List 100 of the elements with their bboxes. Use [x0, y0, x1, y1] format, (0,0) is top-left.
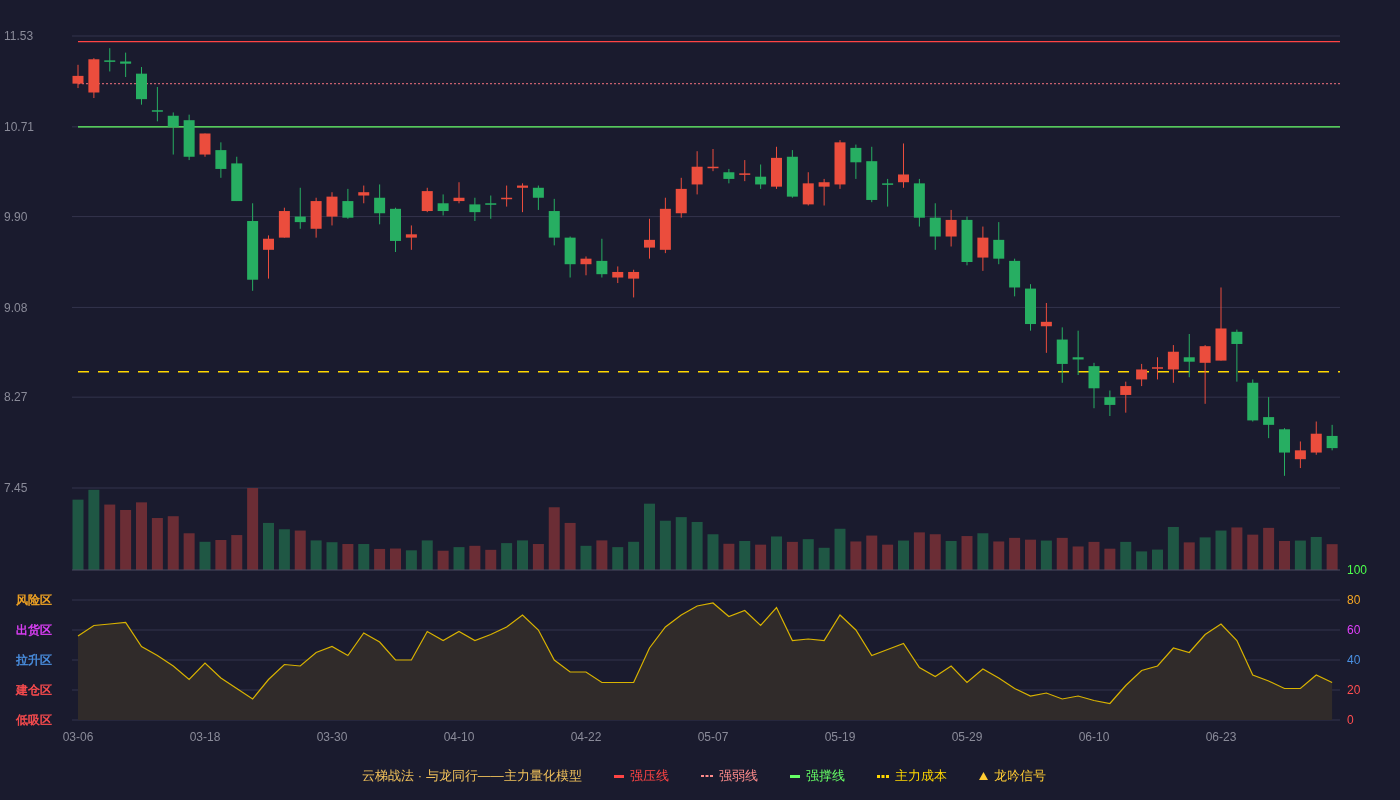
volume-bar	[1294, 540, 1306, 570]
volume-bar	[374, 548, 386, 570]
falling-candlestick	[755, 164, 767, 190]
falling-candlestick	[993, 221, 1005, 265]
volume-bar	[104, 504, 116, 570]
rising-candlestick	[739, 159, 751, 182]
rising-candlestick	[88, 57, 100, 99]
falling-candlestick	[167, 111, 179, 156]
volume-bar	[834, 528, 846, 570]
falling-candlestick	[1183, 333, 1195, 378]
volume-bar	[1279, 540, 1290, 570]
volume-bar	[1056, 537, 1068, 570]
volume-bar	[1215, 530, 1227, 570]
falling-candlestick	[1104, 390, 1116, 417]
rising-candlestick	[1294, 440, 1306, 469]
volume-bar	[882, 544, 894, 570]
falling-candlestick	[882, 178, 894, 208]
volume-bar	[469, 545, 481, 570]
oscillator-tick-label: 60	[1347, 623, 1361, 638]
falling-candlestick	[850, 144, 862, 180]
volume-bar	[437, 550, 449, 570]
date-label: 03-18	[189, 730, 221, 744]
falling-candlestick	[961, 216, 973, 266]
rising-candlestick	[771, 146, 782, 190]
volume-bar	[596, 540, 608, 570]
falling-candlestick	[136, 66, 147, 106]
volume-bar	[1136, 551, 1148, 570]
legend-item[interactable]: 主力成本	[876, 767, 947, 785]
volume-bar	[977, 533, 989, 570]
rising-candlestick	[802, 171, 814, 206]
falling-candlestick	[151, 86, 163, 122]
rising-candlestick	[691, 150, 703, 195]
volume-bar	[517, 540, 528, 570]
date-label: 04-22	[570, 730, 602, 744]
rising-candlestick	[1152, 356, 1163, 380]
volume-bar	[929, 534, 941, 570]
volume-bar	[580, 545, 592, 570]
price-tick-label: 7.45	[4, 481, 28, 496]
volume-bar	[215, 540, 227, 570]
volume-bar	[231, 535, 243, 570]
falling-candlestick	[786, 149, 798, 199]
falling-candlestick	[469, 197, 481, 222]
falling-candlestick	[564, 236, 576, 278]
legend-item[interactable]: 强弱线	[700, 767, 758, 785]
volume-bar	[739, 540, 751, 570]
falling-candlestick	[1279, 427, 1290, 477]
volume-bar	[151, 518, 163, 570]
volume-bar	[1183, 542, 1195, 570]
volume-bar	[1152, 549, 1163, 570]
volume-bar	[167, 516, 179, 570]
volume-bar	[707, 534, 719, 570]
volume-bar	[358, 544, 370, 570]
volume-bar	[548, 507, 560, 570]
rising-candlestick	[675, 177, 687, 219]
legend-item[interactable]: 龙吟信号	[978, 767, 1046, 785]
volume-bar	[945, 540, 957, 570]
volume-bar	[675, 517, 687, 570]
volume-bar	[993, 541, 1005, 570]
rising-candlestick	[199, 133, 211, 158]
falling-candlestick	[342, 188, 354, 220]
falling-candlestick	[390, 207, 401, 253]
volume-bar	[1326, 544, 1338, 570]
date-label: 05-29	[951, 730, 983, 744]
date-label: 06-10	[1078, 730, 1110, 744]
volume-bar	[1247, 534, 1259, 570]
falling-candlestick	[437, 193, 449, 216]
rising-candlestick	[1199, 344, 1211, 405]
falling-candlestick	[215, 141, 227, 179]
volume-bar	[1199, 537, 1211, 570]
falling-candlestick	[532, 185, 544, 211]
rising-candlestick	[310, 197, 322, 239]
rising-candlestick	[818, 178, 830, 206]
falling-candlestick	[120, 52, 132, 78]
legend-item[interactable]: 强压线	[613, 767, 669, 785]
volume-bar	[72, 499, 84, 570]
volume-bar	[818, 547, 830, 570]
falling-candlestick	[596, 238, 608, 278]
volume-bar	[136, 502, 147, 570]
falling-candlestick	[104, 47, 116, 72]
price-tick-label: 11.53	[4, 29, 34, 44]
legend-item[interactable]: 强撑线	[789, 767, 845, 785]
date-label: 04-10	[443, 730, 475, 744]
volume-bar	[120, 510, 132, 570]
volume-bar	[961, 536, 973, 570]
rising-candlestick	[517, 182, 528, 213]
rising-candlestick	[358, 185, 370, 204]
rising-candlestick	[1167, 344, 1179, 384]
volume-bar	[1009, 537, 1021, 570]
falling-candlestick	[1326, 424, 1338, 451]
falling-candlestick	[723, 168, 735, 184]
falling-candlestick	[548, 198, 560, 246]
volume-bar	[1310, 536, 1322, 570]
falling-candlestick	[485, 195, 497, 220]
rising-candlestick	[405, 224, 417, 251]
rising-candlestick	[278, 207, 290, 239]
rising-candlestick	[72, 64, 84, 89]
volume-bar	[405, 550, 417, 570]
zone-label: 出货区	[16, 623, 52, 638]
zone-label: 拉升区	[16, 653, 52, 668]
volume-bar	[326, 542, 338, 570]
